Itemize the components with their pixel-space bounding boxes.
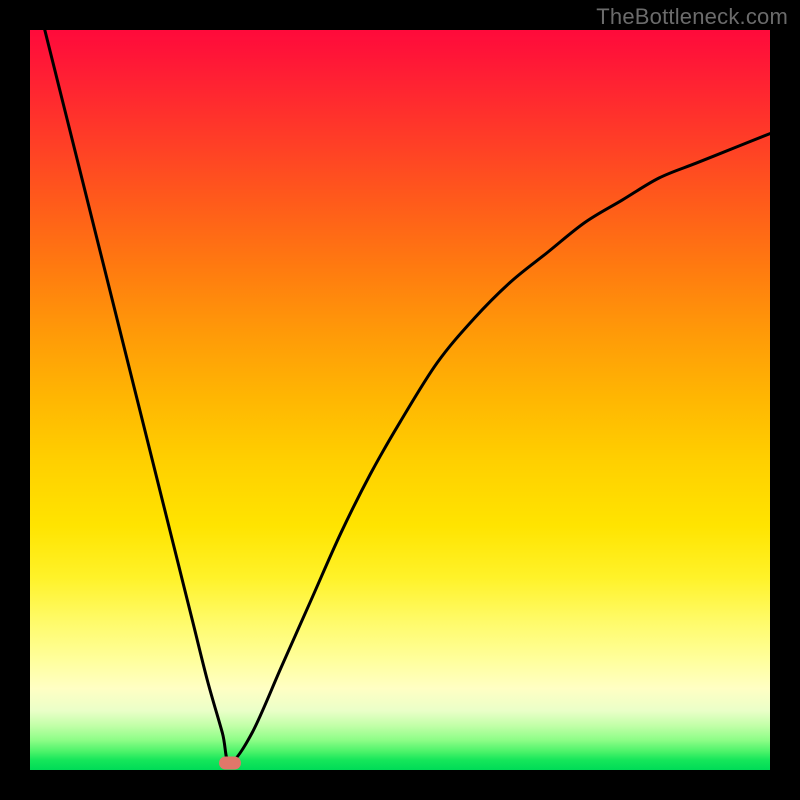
watermark-text: TheBottleneck.com [596,4,788,30]
curve-layer [30,30,770,770]
bottleneck-curve-path [45,30,770,763]
chart-frame: TheBottleneck.com [0,0,800,800]
minimum-marker [219,756,241,769]
plot-area [30,30,770,770]
